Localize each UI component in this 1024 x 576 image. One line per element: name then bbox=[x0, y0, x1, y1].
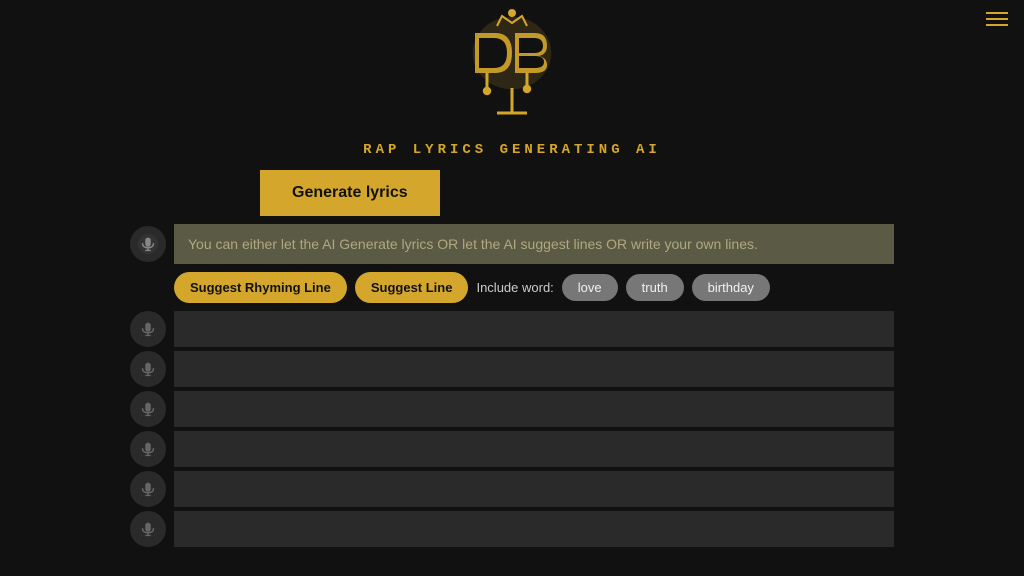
first-input-row bbox=[130, 224, 894, 264]
lyric-rows bbox=[130, 311, 894, 547]
word-tag-love[interactable]: love bbox=[562, 274, 618, 301]
lyric-input-4[interactable] bbox=[174, 391, 894, 427]
header: RAP LYRICS GENERATING AI bbox=[0, 0, 1024, 158]
mic-icon-6 bbox=[130, 471, 166, 507]
first-lyric-input[interactable] bbox=[174, 224, 894, 264]
generate-lyrics-button[interactable]: Generate lyrics bbox=[260, 170, 440, 216]
action-row: Suggest Rhyming Line Suggest Line Includ… bbox=[174, 272, 894, 303]
mic-icon-2 bbox=[130, 311, 166, 347]
hamburger-line-1 bbox=[986, 12, 1008, 14]
suggest-rhyming-button[interactable]: Suggest Rhyming Line bbox=[174, 272, 347, 303]
lyric-input-6[interactable] bbox=[174, 471, 894, 507]
generate-btn-wrapper: Generate lyrics bbox=[0, 170, 1024, 216]
lyric-row bbox=[130, 511, 894, 547]
mic-icon-5 bbox=[130, 431, 166, 467]
hamburger-line-3 bbox=[986, 24, 1008, 26]
mic-icon-4 bbox=[130, 391, 166, 427]
lyric-input-2[interactable] bbox=[174, 311, 894, 347]
main-content: Suggest Rhyming Line Suggest Line Includ… bbox=[0, 224, 1024, 547]
include-word-label: Include word: bbox=[476, 280, 553, 295]
lyric-row bbox=[130, 391, 894, 427]
word-tag-truth[interactable]: truth bbox=[626, 274, 684, 301]
lyric-row bbox=[130, 431, 894, 467]
logo bbox=[447, 8, 577, 138]
word-tag-birthday[interactable]: birthday bbox=[692, 274, 770, 301]
mic-icon-1 bbox=[130, 226, 166, 262]
hamburger-line-2 bbox=[986, 18, 1008, 20]
lyric-row bbox=[130, 311, 894, 347]
hamburger-menu[interactable] bbox=[986, 12, 1008, 26]
mic-icon-3 bbox=[130, 351, 166, 387]
suggest-line-button[interactable]: Suggest Line bbox=[355, 272, 469, 303]
lyric-input-3[interactable] bbox=[174, 351, 894, 387]
mic-icon-7 bbox=[130, 511, 166, 547]
lyric-input-7[interactable] bbox=[174, 511, 894, 547]
lyric-row bbox=[130, 471, 894, 507]
lyric-input-5[interactable] bbox=[174, 431, 894, 467]
lyric-row bbox=[130, 351, 894, 387]
app-subtitle: RAP LYRICS GENERATING AI bbox=[363, 142, 661, 158]
